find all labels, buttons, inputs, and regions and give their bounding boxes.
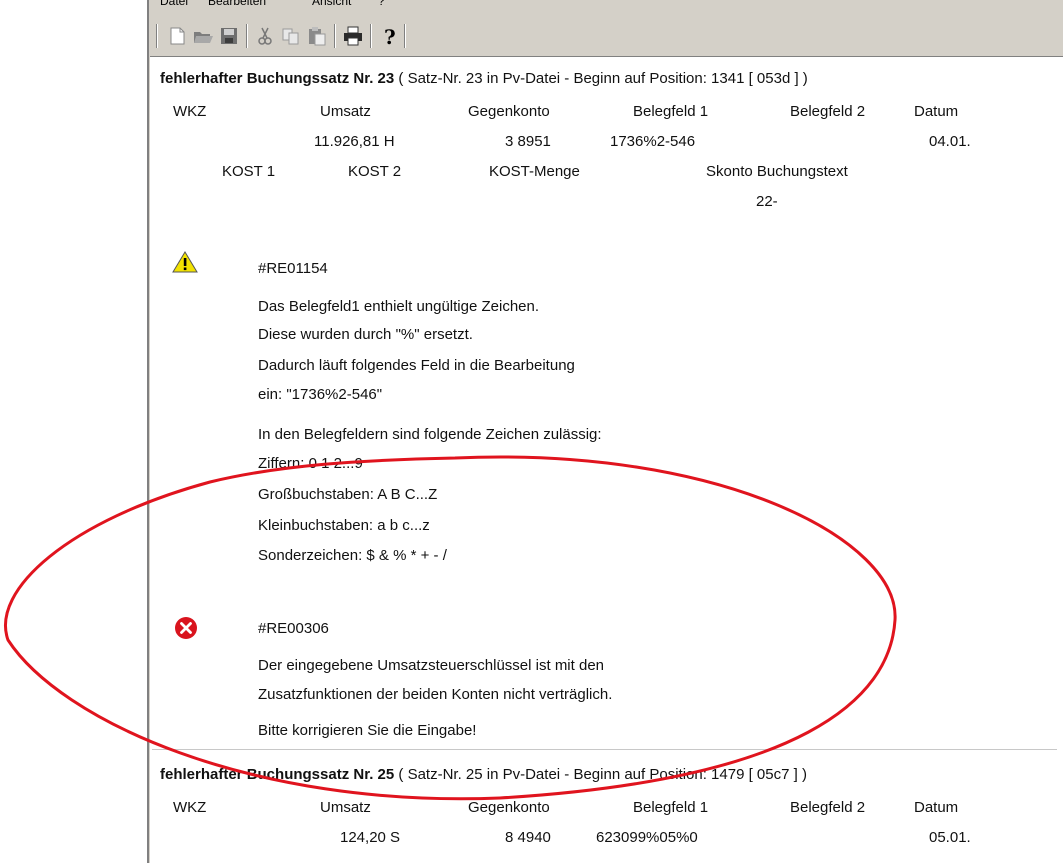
col-belegfeld2: Belegfeld 2 [790, 799, 866, 816]
warning-line: In den Belegfeldern sind folgende Zeiche… [258, 426, 602, 443]
warning-line: Sonderzeichen: $ & % * + - / [258, 547, 447, 564]
val-umsatz: 11.926,81 H [314, 133, 395, 150]
col-wkz: WKZ [173, 799, 207, 816]
col-kost2: KOST 2 [348, 163, 402, 180]
col-gegenkonto: Gegenkonto [468, 799, 550, 816]
toolbar-separator [334, 24, 336, 48]
val-datum: 04.01. [929, 133, 971, 150]
error-line: Zusatzfunktionen der beiden Konten nicht… [258, 686, 613, 703]
col-skonto-buchungstext: Skonto Buchungstext [706, 163, 848, 180]
val-datum: 05.01. [929, 829, 971, 846]
record-divider [152, 749, 1057, 750]
col-datum: Datum [914, 103, 959, 120]
save-icon[interactable] [218, 25, 240, 47]
record-25-title: fehlerhafter Buchungssatz Nr. 25 ( Satz-… [160, 766, 807, 783]
val-gegenkonto: 8 4940 [505, 829, 551, 846]
print-icon[interactable] [342, 25, 364, 47]
record-title-bold: fehlerhafter Buchungssatz Nr. 23 [160, 70, 395, 87]
warning-line: Diese wurden durch "%" ersetzt. [258, 326, 473, 343]
record-23-title: fehlerhafter Buchungssatz Nr. 23 ( Satz-… [160, 70, 808, 87]
col-belegfeld1: Belegfeld 1 [633, 103, 709, 120]
toolbar-separator [246, 24, 248, 48]
new-document-icon[interactable] [166, 25, 188, 47]
val-buchungstext: 22- [756, 193, 778, 210]
error-line: Der eingegebene Umsatzsteuerschlüssel is… [258, 657, 605, 674]
error-code: #RE00306 [258, 620, 329, 637]
warning-line: Ziffern: 0 1 2...9 [258, 455, 363, 472]
warning-code: #RE01154 [258, 260, 328, 277]
col-umsatz: Umsatz [320, 799, 371, 816]
help-icon[interactable]: ? [378, 25, 400, 49]
menu-bearbeiten[interactable]: Bearbeiten [208, 0, 266, 8]
error-icon [173, 615, 199, 641]
val-belegfeld1: 623099%05%0 [596, 829, 698, 846]
val-umsatz: 124,20 S [340, 829, 401, 846]
val-belegfeld1: 1736%2-546 [610, 133, 696, 150]
warning-line: Kleinbuchstaben: a b c...z [258, 517, 430, 534]
cut-icon[interactable] [254, 25, 276, 47]
col-kost1: KOST 1 [222, 163, 276, 180]
record-title-details: ( Satz-Nr. 25 in Pv-Datei - Beginn auf P… [394, 766, 807, 783]
warning-line: Das Belegfeld1 enthielt ungültige Zeiche… [258, 298, 540, 315]
col-belegfeld1: Belegfeld 1 [633, 799, 709, 816]
toolbar: ? [150, 16, 1063, 57]
col-datum: Datum [914, 799, 959, 816]
record-title-bold: fehlerhafter Buchungssatz Nr. 25 [160, 766, 395, 783]
toolbar-separator [404, 24, 406, 48]
record-title-details: ( Satz-Nr. 23 in Pv-Datei - Beginn auf P… [394, 70, 808, 87]
background-strip [0, 0, 147, 863]
toolbar-grip [156, 24, 158, 48]
menu-bar: Datei Bearbeiten Ansicht ? [150, 0, 1063, 16]
val-gegenkonto: 3 8951 [505, 133, 551, 150]
col-wkz: WKZ [173, 103, 207, 120]
open-folder-icon[interactable] [192, 25, 214, 47]
col-belegfeld2: Belegfeld 2 [790, 103, 866, 120]
col-kost-menge: KOST-Menge [489, 163, 580, 180]
toolbar-separator [370, 24, 372, 48]
menu-datei[interactable]: Datei [160, 0, 188, 8]
menu-ansicht[interactable]: Ansicht [312, 0, 351, 8]
warning-line: Großbuchstaben: A B C...Z [258, 486, 438, 503]
col-umsatz: Umsatz [320, 103, 371, 120]
warning-icon [172, 250, 198, 274]
svg-text:?: ? [384, 25, 396, 47]
copy-icon[interactable] [280, 25, 302, 47]
menu-help[interactable]: ? [378, 0, 385, 8]
warning-line: Dadurch läuft folgendes Feld in die Bear… [258, 357, 575, 374]
paste-icon[interactable] [306, 25, 328, 47]
col-gegenkonto: Gegenkonto [468, 103, 550, 120]
warning-line: ein: "1736%2-546" [258, 386, 383, 403]
error-line: Bitte korrigieren Sie die Eingabe! [258, 722, 477, 739]
